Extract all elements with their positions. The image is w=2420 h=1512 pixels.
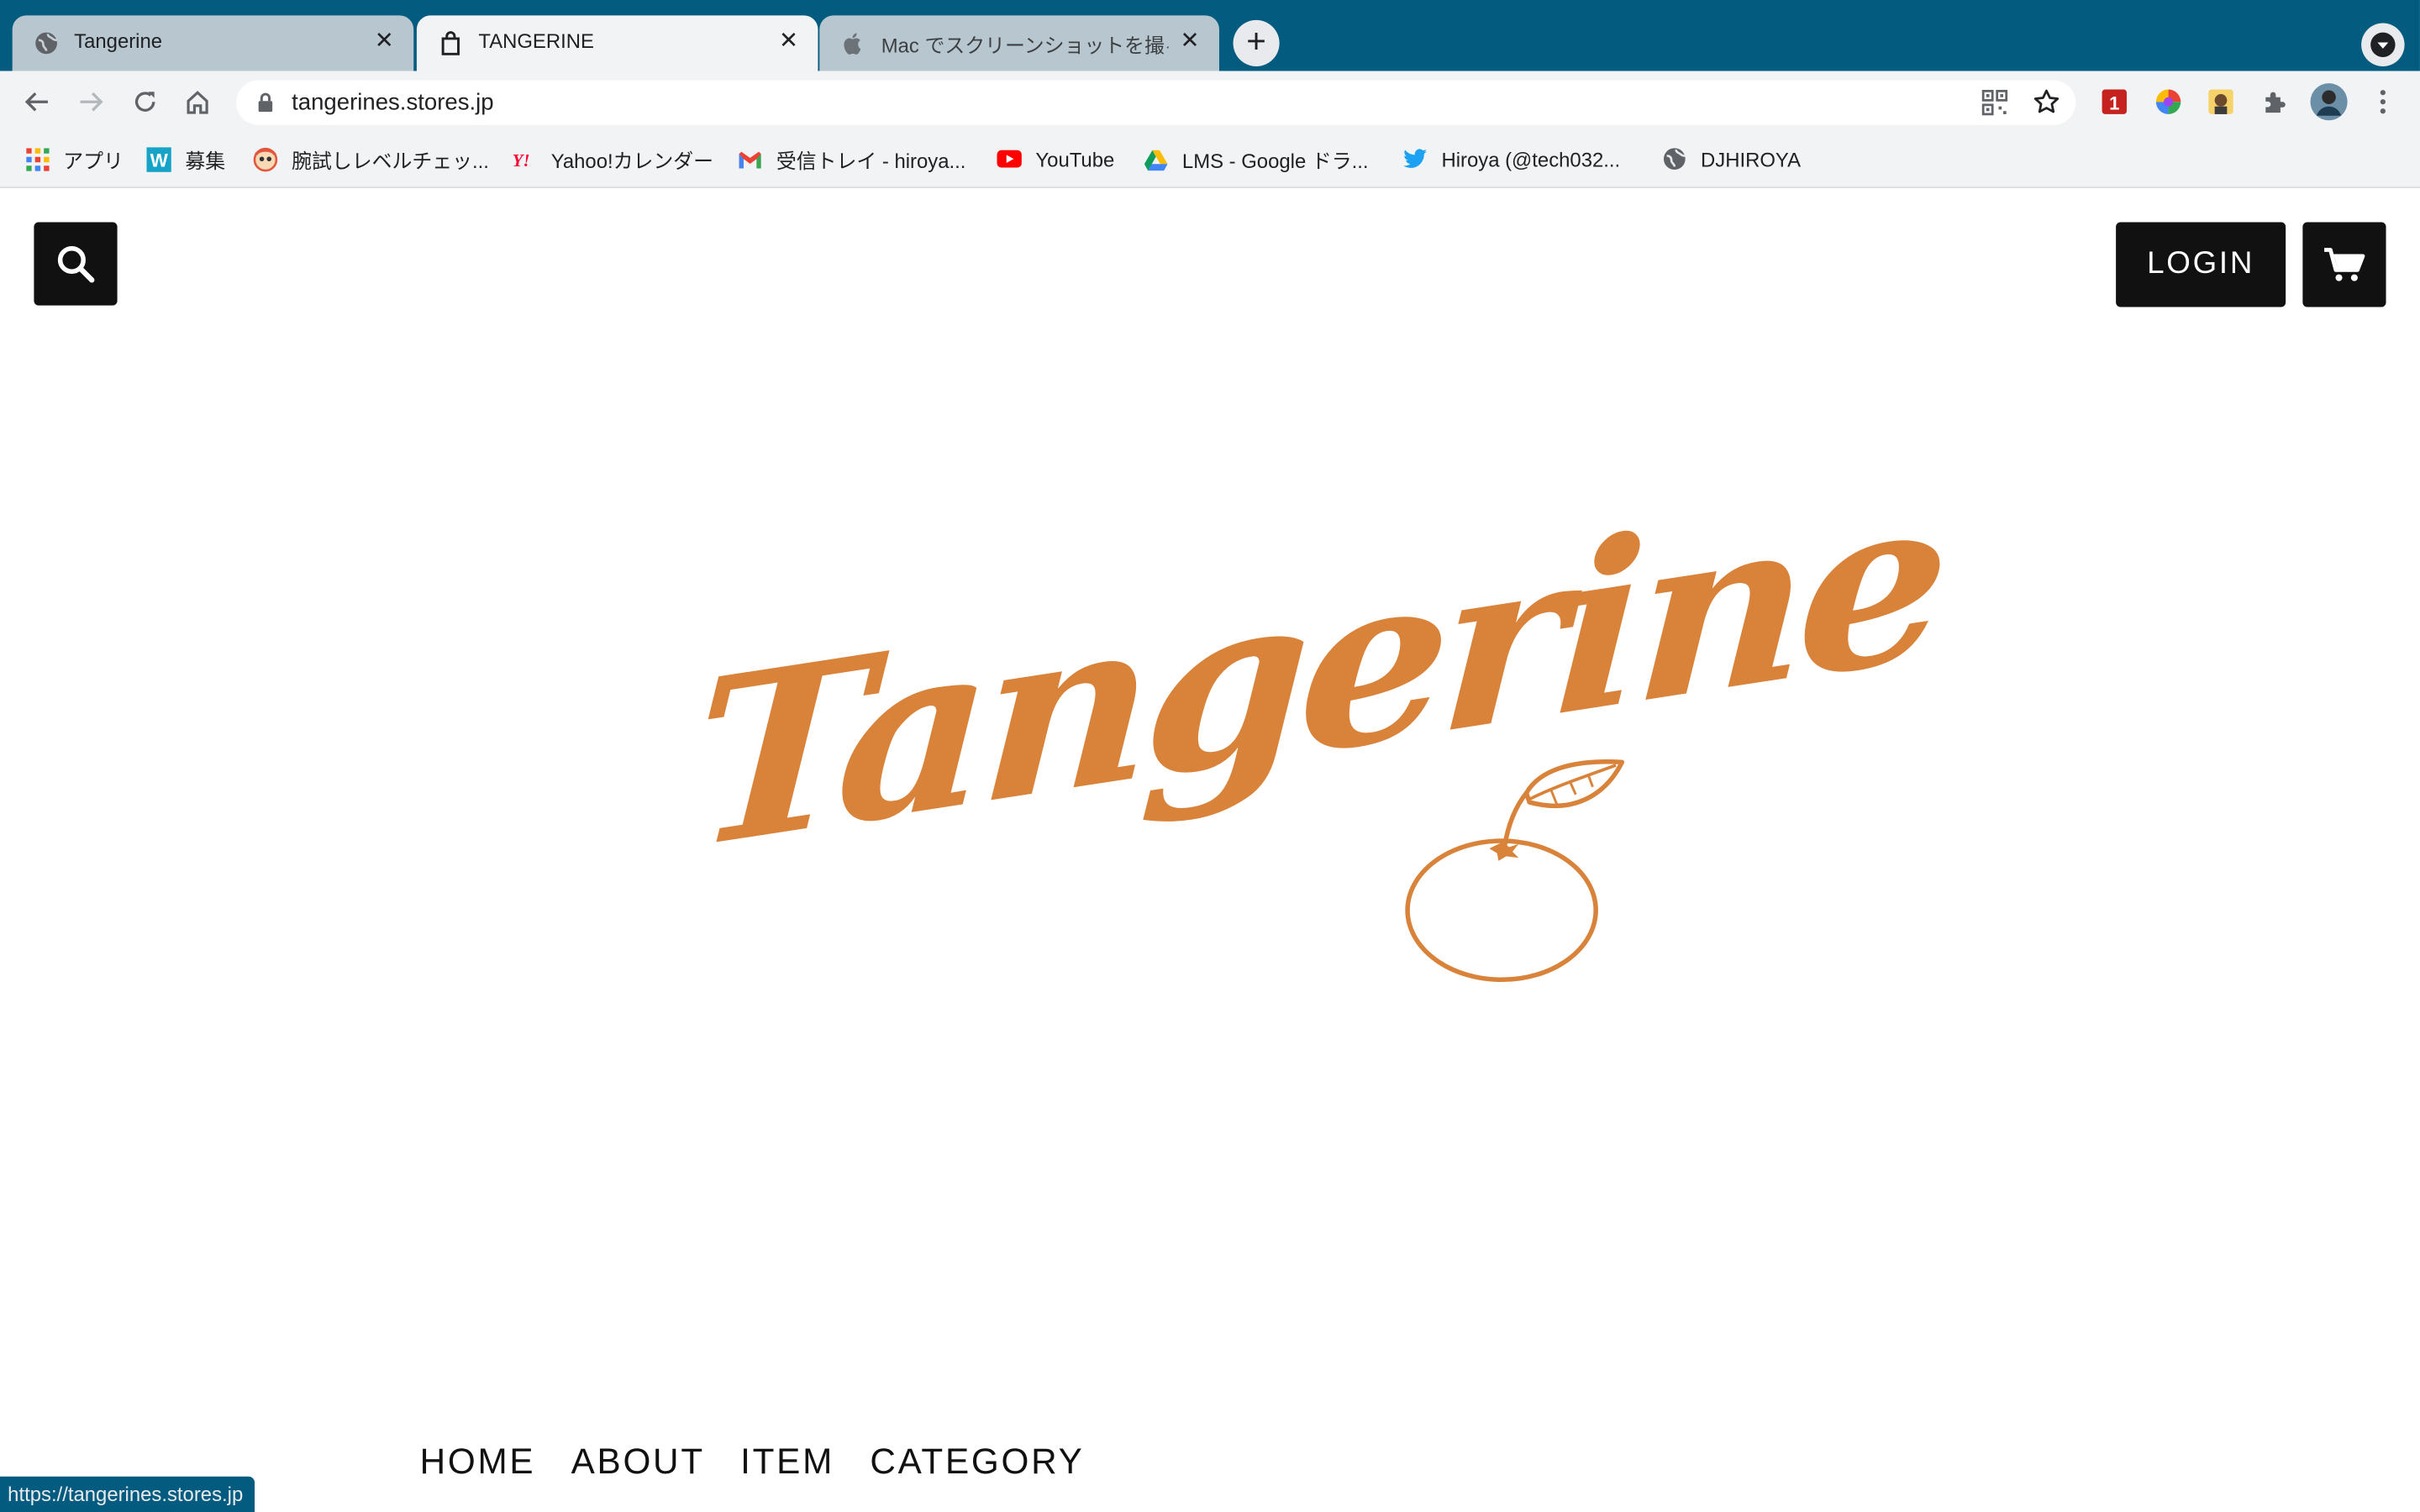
tangerine-logo[interactable]: Tangerine bbox=[664, 442, 1947, 983]
bookmark-label: LMS - Google ドラ... bbox=[1181, 149, 1369, 172]
color-wheel-icon[interactable] bbox=[2151, 85, 2185, 118]
arrow-left-icon bbox=[24, 92, 48, 112]
lock-icon bbox=[258, 92, 273, 120]
avatar[interactable] bbox=[2309, 81, 2349, 122]
bookmark-djhiroya[interactable]: DJHIROYA bbox=[1662, 145, 1801, 173]
bookmark-gmail[interactable]: 受信トレイ - hiroya... bbox=[738, 145, 965, 173]
bookmark-boshu[interactable]: W 募集 bbox=[146, 145, 225, 173]
bookmark-apps[interactable]: アプリ bbox=[24, 145, 124, 173]
svg-text:W: W bbox=[150, 150, 169, 171]
bookmark-yahoo-calendar[interactable]: Y! Yahoo!カレンダー bbox=[513, 145, 713, 173]
search-icon bbox=[57, 245, 95, 283]
google-drive-icon bbox=[1144, 146, 1168, 171]
tab-tangerine-store[interactable]: TANGERINE ✕ bbox=[416, 15, 818, 71]
w-logo-icon: W bbox=[146, 146, 171, 171]
bookmark-youtube[interactable]: YouTube bbox=[997, 145, 1115, 173]
yahoo-icon: Y! bbox=[513, 146, 537, 171]
bookmark-label: Hiroya (@tech032... bbox=[1441, 147, 1621, 171]
bookmarks-bar: アプリ W 募集 腕試しレベルチェッ... Y! Yahoo!カレンダー 受信ト… bbox=[0, 132, 2420, 189]
close-icon[interactable]: ✕ bbox=[775, 28, 802, 55]
svg-text:Y!: Y! bbox=[513, 151, 530, 170]
youtube-icon bbox=[997, 146, 1022, 171]
logo-wordmark: Tangerine bbox=[687, 442, 1948, 901]
gmail-icon bbox=[738, 146, 762, 171]
address-bar[interactable]: tangerines.stores.jp bbox=[236, 80, 2076, 125]
bookmark-label: YouTube bbox=[1035, 147, 1115, 171]
close-icon[interactable]: ✕ bbox=[1176, 28, 1204, 55]
bookmark-lms-drive[interactable]: LMS - Google ドラ... bbox=[1144, 145, 1369, 173]
bookmark-label: 受信トレイ - hiroya... bbox=[776, 149, 966, 172]
reload-icon bbox=[134, 92, 155, 112]
home-button[interactable] bbox=[179, 83, 216, 120]
store-bag-icon bbox=[439, 31, 463, 55]
url-text: tangerines.stores.jp bbox=[292, 89, 494, 116]
tab-tangerine[interactable]: Tangerine ✕ bbox=[12, 15, 414, 71]
svg-text:1: 1 bbox=[2109, 92, 2119, 113]
bookmark-twitter[interactable]: Hiroya (@tech032... bbox=[1403, 145, 1621, 173]
tab-strip: Tangerine ✕ TANGERINE ✕ Mac でスクリーンショットを撮… bbox=[0, 0, 2420, 71]
globe-icon bbox=[34, 31, 58, 55]
nav-category[interactable]: CATEGORY bbox=[870, 1441, 1084, 1483]
status-bar-url: https://tangerines.stores.jp bbox=[0, 1476, 255, 1512]
login-button[interactable]: LOGIN bbox=[2116, 222, 2286, 307]
nav-home[interactable]: HOME bbox=[420, 1441, 536, 1483]
forward-button[interactable] bbox=[72, 83, 109, 120]
cart-icon bbox=[2324, 247, 2365, 281]
tab-mac-screenshot[interactable]: Mac でスクリーンショットを撮る ✕ bbox=[819, 15, 1219, 71]
bookmark-star-icon[interactable] bbox=[2033, 88, 2060, 123]
profile-extension-icon[interactable] bbox=[2204, 85, 2238, 118]
tab-title: Mac でスクリーンショットを撮る bbox=[881, 34, 1169, 57]
face-icon bbox=[253, 146, 278, 171]
apps-grid-icon bbox=[24, 146, 49, 171]
bookmark-label: DJHIROYA bbox=[1701, 147, 1801, 171]
cart-button[interactable] bbox=[2302, 222, 2386, 307]
tab-title: Tangerine bbox=[74, 29, 163, 53]
bookmark-label: 募集 bbox=[185, 149, 226, 172]
qr-code-icon[interactable] bbox=[1981, 89, 2008, 123]
globe-icon bbox=[1662, 146, 1686, 171]
search-button[interactable] bbox=[34, 222, 118, 306]
bookmark-label: アプリ bbox=[63, 149, 124, 172]
browser-toolbar: tangerines.stores.jp 1 bbox=[0, 71, 2420, 133]
nav-about[interactable]: ABOUT bbox=[571, 1441, 705, 1483]
nav-item[interactable]: ITEM bbox=[740, 1441, 834, 1483]
bookmark-level-check[interactable]: 腕試しレベルチェッ... bbox=[253, 145, 489, 173]
extension-red-icon[interactable]: 1 bbox=[2097, 85, 2131, 118]
home-icon bbox=[187, 91, 208, 114]
tangerine-fruit-icon bbox=[1405, 759, 1625, 983]
bookmark-label: Yahoo!カレンダー bbox=[550, 149, 714, 172]
bookmark-label: 腕試しレベルチェッ... bbox=[292, 149, 489, 172]
puzzle-icon[interactable] bbox=[2258, 85, 2291, 118]
close-icon[interactable]: ✕ bbox=[371, 28, 398, 55]
store-page: LOGIN Tangerine HOME ABOUT ITEM CATEGORY bbox=[0, 188, 2420, 1512]
tab-search-button[interactable] bbox=[2361, 23, 2405, 66]
new-tab-button[interactable]: + bbox=[1233, 19, 1280, 66]
tab-title: TANGERINE bbox=[478, 29, 594, 53]
reload-button[interactable] bbox=[127, 83, 164, 120]
apple-icon bbox=[841, 31, 865, 55]
arrow-right-icon bbox=[80, 92, 103, 112]
back-button[interactable] bbox=[18, 83, 55, 120]
chevron-down-icon bbox=[2370, 32, 2396, 57]
twitter-icon bbox=[1403, 146, 1428, 171]
main-nav: HOME ABOUT ITEM CATEGORY bbox=[420, 1441, 1085, 1483]
kebab-menu-icon[interactable] bbox=[2366, 85, 2400, 118]
